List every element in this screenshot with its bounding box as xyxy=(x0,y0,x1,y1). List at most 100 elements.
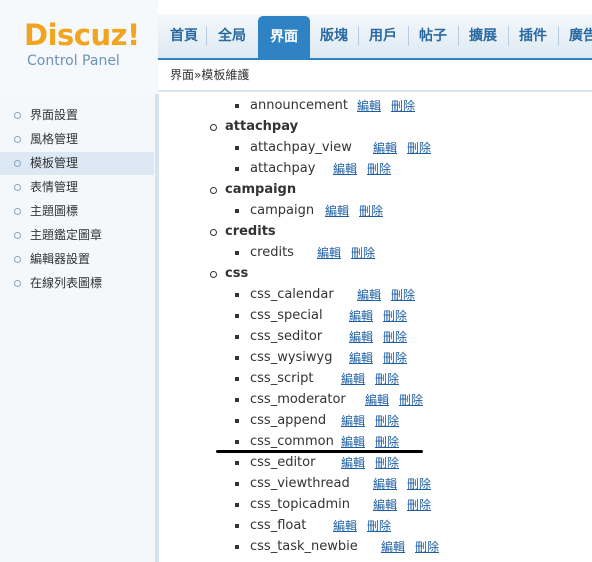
nav-tab-0[interactable]: 首頁 xyxy=(158,14,210,58)
template-item: campaign 編輯 刪除 xyxy=(159,201,592,221)
sidebar-item[interactable]: 主題鑑定圖章 xyxy=(0,224,154,247)
edit-link[interactable]: 編輯 xyxy=(341,435,365,449)
template-name: css_viewthread xyxy=(250,476,350,491)
nav-separator xyxy=(558,26,559,46)
circle-bullet-icon xyxy=(210,271,217,278)
edit-link[interactable]: 編輯 xyxy=(373,477,397,491)
square-bullet-icon xyxy=(235,146,239,150)
delete-link[interactable]: 刪除 xyxy=(375,414,399,428)
template-group-name: attachpay xyxy=(225,119,299,134)
nav-tab-5[interactable]: 帖子 xyxy=(408,14,458,58)
sidebar-item[interactable]: 模板管理 xyxy=(0,152,154,175)
delete-link[interactable]: 刪除 xyxy=(399,393,423,407)
delete-link[interactable]: 刪除 xyxy=(375,372,399,386)
template-name: css_moderator xyxy=(250,392,346,407)
sidebar-item[interactable]: 編輯器設置 xyxy=(0,248,154,271)
edit-link[interactable]: 編輯 xyxy=(325,204,349,218)
template-item: css_editor 編輯 刪除 xyxy=(159,453,592,473)
edit-link[interactable]: 編輯 xyxy=(333,162,357,176)
delete-link[interactable]: 刪除 xyxy=(351,246,375,260)
nav-tab-4[interactable]: 用戶 xyxy=(358,14,408,58)
template-name: css_wysiwyg xyxy=(250,350,333,365)
circle-bullet-icon xyxy=(210,187,217,194)
bullet-icon xyxy=(14,280,21,287)
template-item: announcement 編輯 刪除 xyxy=(159,96,592,116)
template-name: credits xyxy=(250,245,294,260)
template-item: css_seditor 編輯 刪除 xyxy=(159,327,592,347)
square-bullet-icon xyxy=(235,377,239,381)
breadcrumb-bar: 界面»模板維護 xyxy=(158,60,592,92)
delete-link[interactable]: 刪除 xyxy=(407,498,431,512)
edit-link[interactable]: 編輯 xyxy=(357,99,381,113)
delete-link[interactable]: 刪除 xyxy=(383,309,407,323)
sidebar-item[interactable]: 主題圖標 xyxy=(0,200,154,223)
template-item: attachpay 編輯 刪除 xyxy=(159,159,592,179)
sidebar-item-label: 主題圖標 xyxy=(30,204,79,218)
delete-link[interactable]: 刪除 xyxy=(359,204,383,218)
edit-link[interactable]: 編輯 xyxy=(373,498,397,512)
sidebar-item-label: 風格管理 xyxy=(30,132,79,146)
delete-link[interactable]: 刪除 xyxy=(391,288,415,302)
square-bullet-icon xyxy=(235,104,239,108)
sidebar-item[interactable]: 表情管理 xyxy=(0,176,154,199)
edit-link[interactable]: 編輯 xyxy=(357,288,381,302)
delete-link[interactable]: 刪除 xyxy=(407,141,431,155)
nav-tab-1[interactable]: 全局 xyxy=(206,14,258,58)
delete-link[interactable]: 刪除 xyxy=(375,435,399,449)
edit-link[interactable]: 編輯 xyxy=(317,246,341,260)
square-bullet-icon xyxy=(235,335,239,339)
delete-link[interactable]: 刪除 xyxy=(407,477,431,491)
edit-link[interactable]: 編輯 xyxy=(341,372,365,386)
square-bullet-icon xyxy=(235,356,239,360)
bullet-icon xyxy=(14,184,21,191)
square-bullet-icon xyxy=(235,419,239,423)
edit-link[interactable]: 編輯 xyxy=(341,456,365,470)
template-group: attachpay xyxy=(159,117,592,137)
template-item: css_script 編輯 刪除 xyxy=(159,369,592,389)
template-name: css_common xyxy=(250,434,334,449)
nav-tab-8[interactable]: 廣告 xyxy=(558,14,592,58)
delete-link[interactable]: 刪除 xyxy=(391,99,415,113)
sidebar-item-label: 在線列表圖標 xyxy=(30,276,103,290)
nav-tab-7[interactable]: 插件 xyxy=(508,14,558,58)
sidebar-item[interactable]: 風格管理 xyxy=(0,128,154,151)
template-name: css_editor xyxy=(250,455,316,470)
square-bullet-icon xyxy=(235,398,239,402)
bullet-icon xyxy=(14,208,21,215)
square-bullet-icon xyxy=(235,482,239,486)
sidebar-item[interactable]: 界面設置 xyxy=(0,104,154,127)
delete-link[interactable]: 刪除 xyxy=(415,540,439,554)
edit-link[interactable]: 編輯 xyxy=(349,309,373,323)
edit-link[interactable]: 編輯 xyxy=(381,540,405,554)
delete-link[interactable]: 刪除 xyxy=(383,351,407,365)
edit-link[interactable]: 編輯 xyxy=(333,519,357,533)
template-item: css_task_newbie 編輯 刪除 xyxy=(159,537,592,557)
nav-tab-3[interactable]: 版塊 xyxy=(310,14,358,58)
template-list: announcement 編輯 刪除 attachpay attachpay_view 編… xyxy=(159,94,592,562)
nav-tab-6[interactable]: 擴展 xyxy=(458,14,508,58)
delete-link[interactable]: 刪除 xyxy=(367,519,391,533)
bullet-icon xyxy=(14,136,21,143)
template-item: css_append 編輯 刪除 xyxy=(159,411,592,431)
nav-tab-2[interactable]: 界面 xyxy=(258,16,310,60)
bullet-icon xyxy=(14,256,21,263)
sidebar-item-label: 編輯器設置 xyxy=(30,252,91,266)
square-bullet-icon xyxy=(235,545,239,549)
template-item: css_topicadmin 編輯 刪除 xyxy=(159,495,592,515)
sidebar-item[interactable]: 在線列表圖標 xyxy=(0,272,154,295)
edit-link[interactable]: 編輯 xyxy=(349,351,373,365)
sidebar-item-label: 界面設置 xyxy=(30,108,79,122)
delete-link[interactable]: 刪除 xyxy=(375,456,399,470)
nav-separator xyxy=(206,26,207,46)
delete-link[interactable]: 刪除 xyxy=(383,330,407,344)
sidebar: 界面設置風格管理模板管理 表情管理主題圖標主題鑑定圖章編輯器設置在線列表圖標 xyxy=(0,94,158,562)
template-name: css_float xyxy=(250,518,307,533)
template-name: campaign xyxy=(250,203,315,218)
template-group: campaign xyxy=(159,180,592,200)
edit-link[interactable]: 編輯 xyxy=(341,414,365,428)
template-item: credits 編輯 刪除 xyxy=(159,243,592,263)
edit-link[interactable]: 編輯 xyxy=(365,393,389,407)
edit-link[interactable]: 編輯 xyxy=(373,141,397,155)
delete-link[interactable]: 刪除 xyxy=(367,162,391,176)
edit-link[interactable]: 編輯 xyxy=(349,330,373,344)
